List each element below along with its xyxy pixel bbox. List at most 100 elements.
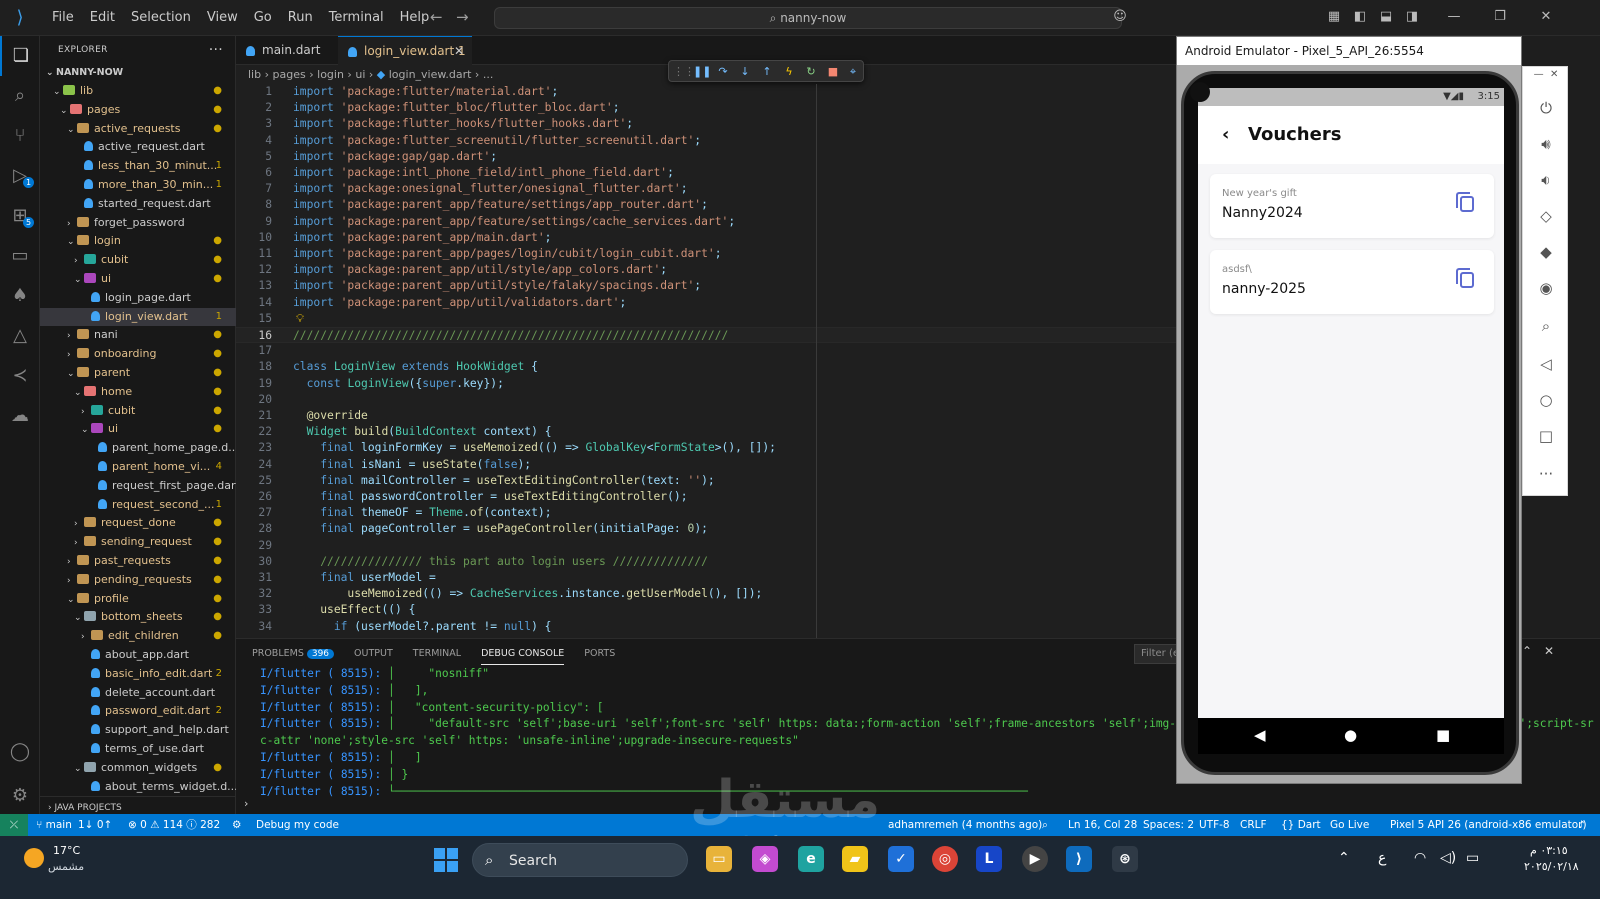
tree-file-item[interactable]: request_first_page.dart [40, 477, 236, 495]
minimize-icon[interactable]: — [1446, 9, 1462, 25]
code-line[interactable]: 13 import 'package:parent_app/util/style/… [236, 278, 1176, 294]
breadcrumb-ui[interactable]: ui [355, 68, 365, 81]
tree-file-item[interactable]: terms_of_use.dart [40, 740, 236, 758]
tree-folder-item[interactable]: ⌄ ui ● [40, 270, 236, 288]
tree-file-item[interactable]: support_and_help.dart [40, 721, 236, 739]
nav-home-icon[interactable]: ● [1344, 726, 1357, 744]
run-debug-icon[interactable]: ▷ 1 [0, 156, 40, 196]
mongodb-icon[interactable]: ♠ [0, 276, 40, 316]
code-line[interactable]: 30 /////////////// this part auto login … [236, 554, 1176, 570]
tree-folder-item[interactable]: › cubit ● [40, 402, 236, 420]
project-root[interactable]: ⌄ NANNY-NOW [40, 64, 236, 82]
code-line[interactable]: 7 import 'package:onesignal_flutter/onesi… [236, 181, 1176, 197]
tree-folder-item[interactable]: › onboarding ● [40, 345, 236, 363]
close-icon[interactable]: ✕ [1538, 9, 1554, 25]
code-line[interactable]: 19 const LoginView({super.key}); [236, 376, 1176, 392]
tree-file-item[interactable]: about_app.dart [40, 646, 236, 664]
wifi-icon[interactable]: ◠ [1414, 850, 1426, 866]
nav-back-icon[interactable]: ◀ [1254, 726, 1266, 744]
breadcrumb-pages[interactable]: pages [273, 68, 306, 81]
code-line[interactable]: 33 useEffect(() { [236, 602, 1176, 618]
notifications-bell-icon[interactable]: ♪ [1578, 814, 1585, 836]
sun-icon[interactable] [24, 848, 44, 868]
sticky-notes-icon[interactable]: ▰ [842, 846, 868, 872]
indentation-status[interactable]: Spaces: 2 [1143, 814, 1194, 836]
code-line[interactable]: 32 useMemoized(() => CacheServices.insta… [236, 586, 1176, 602]
tree-folder-item[interactable]: ⌄ bottom_sheets ● [40, 608, 236, 626]
code-line[interactable]: 1 import 'package:flutter/material.dart'; [236, 84, 1176, 100]
todo-icon[interactable]: ✓ [888, 846, 914, 872]
media-player-icon[interactable]: ▶ [1022, 846, 1048, 872]
code-line[interactable]: 4 import 'package:flutter_screenutil/flut… [236, 133, 1176, 149]
toggle-secondary-sidebar-icon[interactable]: ◨ [1404, 9, 1420, 25]
device-status[interactable]: Pixel 5 API 26 (android-x86 emulator) [1390, 814, 1587, 836]
stop-icon[interactable]: ■ [825, 64, 841, 80]
tree-file-item[interactable]: delete_account.dart [40, 684, 236, 702]
problems-status[interactable]: ⊗ 0 ⚠ 114 ⓘ 282 [128, 814, 220, 836]
toggle-sidebar-icon[interactable]: ◧ [1352, 9, 1368, 25]
rotate-left-icon[interactable]: ◇ [1523, 207, 1569, 225]
start-button[interactable] [434, 848, 458, 872]
tree-folder-item[interactable]: › nani ● [40, 326, 236, 344]
overview-icon[interactable]: □ [1523, 427, 1569, 445]
tab-debug-console[interactable]: DEBUG CONSOLE [481, 645, 565, 665]
breadcrumb-file[interactable]: login_view.dart [389, 68, 472, 81]
breadcrumb-lib[interactable]: lib [248, 68, 261, 81]
flutter-icon[interactable]: ≺ [0, 356, 40, 396]
tree-file-item[interactable]: login_page.dart [40, 289, 236, 307]
breadcrumb-symbol[interactable]: ... [483, 68, 494, 81]
code-line[interactable]: 15 💡︎ [236, 311, 1176, 327]
code-line[interactable]: 3 import 'package:flutter_hooks/flutter_h… [236, 116, 1176, 132]
android-studio-icon[interactable]: ⊛ [1112, 846, 1138, 872]
taskbar-search[interactable]: ⌕ Search [472, 843, 688, 877]
tree-folder-item[interactable]: › request_done ● [40, 514, 236, 532]
search-view-icon[interactable]: ⌕ [0, 76, 40, 116]
more-actions-icon[interactable]: ··· [209, 36, 223, 64]
rotate-right-icon[interactable]: ◆ [1523, 243, 1569, 261]
code-line[interactable]: 18 class LoginView extends HookWidget { [236, 359, 1176, 375]
tree-file-item[interactable]: more_than_30_min... 1 [40, 176, 236, 194]
cursor-position-status[interactable]: Ln 16, Col 28 [1068, 814, 1137, 836]
menu-selection[interactable]: Selection [123, 0, 199, 36]
eol-status[interactable]: CRLF [1240, 814, 1267, 836]
zoom-icon[interactable]: ⌕ [1523, 317, 1569, 335]
weather-temperature[interactable]: 17°C [53, 844, 80, 857]
tree-file-item[interactable]: basic_info_edit.dart 2 [40, 665, 236, 683]
tree-file-item[interactable]: active_request.dart [40, 138, 236, 156]
power-icon[interactable]: ⏻ [1523, 99, 1569, 117]
l-app-icon[interactable]: L [976, 846, 1002, 872]
step-over-icon[interactable]: ↷ [715, 64, 731, 80]
tree-folder-item[interactable]: › sending_request ● [40, 533, 236, 551]
code-line[interactable]: 29 [236, 538, 1176, 554]
tab-terminal[interactable]: TERMINAL [413, 645, 461, 665]
voucher-card[interactable]: asdsf\ nanny-2025 [1210, 250, 1494, 314]
tree-folder-item[interactable]: ⌄ parent ● [40, 364, 236, 382]
devtools-icon[interactable]: ⌖ [845, 64, 861, 80]
menu-run[interactable]: Run [280, 0, 321, 36]
branch-status[interactable]: ⑂ main [36, 814, 72, 836]
remote-indicator-icon[interactable]: ⤫ [0, 814, 28, 836]
explorer-icon[interactable]: ❏ [0, 36, 40, 76]
screenshot-icon[interactable]: ◉ [1523, 279, 1569, 297]
sync-status[interactable]: 1↓ 0↑ [78, 814, 112, 836]
toggle-panel-icon[interactable]: ⬓ [1378, 9, 1394, 25]
code-line[interactable]: 34 if (userModel?.parent != null) { [236, 619, 1176, 635]
code-line[interactable]: 31 final userModel = [236, 570, 1176, 586]
battery-icon[interactable]: ▭ [1466, 850, 1479, 866]
settings-gear-icon[interactable]: ⚙ [0, 776, 40, 816]
volume-down-icon[interactable]: 🔉︎ [1523, 171, 1569, 189]
file-explorer-icon[interactable]: ▭ [706, 846, 732, 872]
code-line[interactable]: 24 final isNani = useState(false); [236, 457, 1176, 473]
tree-folder-item[interactable]: ⌄ active_requests ● [40, 120, 236, 138]
taskbar-time[interactable]: ٠٣:١٥ م [1530, 844, 1568, 857]
tray-overflow-icon[interactable]: ⌃ [1338, 850, 1350, 866]
copilot-icon[interactable]: ☺ [1112, 9, 1128, 25]
menu-go[interactable]: Go [246, 0, 280, 36]
code-line[interactable]: 2 import 'package:flutter_bloc/flutter_bl… [236, 100, 1176, 116]
tree-file-item[interactable]: about_terms_widget.d... [40, 778, 236, 796]
code-line[interactable]: 20 [236, 392, 1176, 408]
code-line[interactable]: 25 final mailController = useTextEditing… [236, 473, 1176, 489]
tab-output[interactable]: OUTPUT [354, 645, 393, 665]
tree-folder-item[interactable]: › past_requests ● [40, 552, 236, 570]
tab-close-icon[interactable]: ✕ [454, 37, 464, 66]
